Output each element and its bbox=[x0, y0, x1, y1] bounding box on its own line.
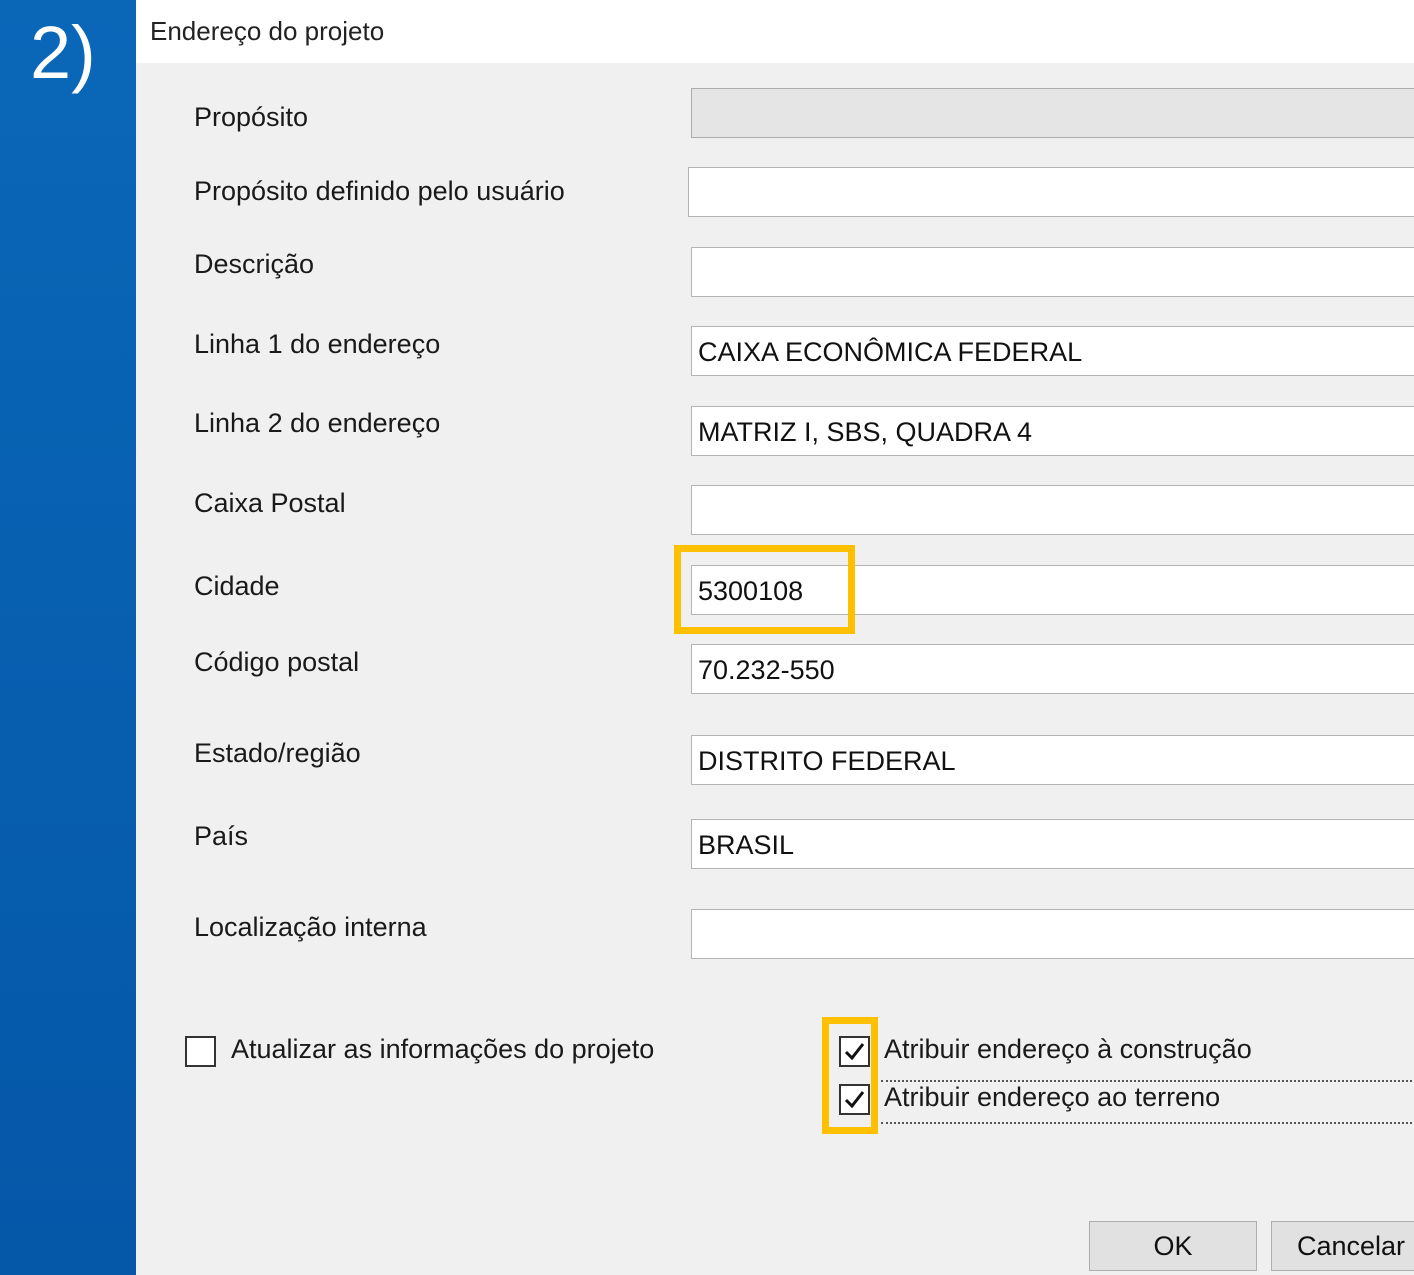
assign-building-label: Atribuir endereço à construção bbox=[884, 1034, 1252, 1064]
description-input[interactable] bbox=[691, 247, 1414, 297]
po-box-label: Caixa Postal bbox=[194, 488, 346, 518]
dialog-titlebar: Endereço do projeto bbox=[136, 0, 1414, 63]
address-line2-input[interactable]: MATRIZ I, SBS, QUADRA 4 bbox=[691, 406, 1414, 456]
purpose-label: Propósito bbox=[194, 102, 309, 132]
user-defined-purpose-label: Propósito definido pelo usuário bbox=[194, 176, 565, 206]
country-input[interactable]: BRASIL bbox=[691, 819, 1414, 869]
address-line2-label: Linha 2 do endereço bbox=[194, 408, 441, 438]
state-region-input[interactable]: DISTRITO FEDERAL bbox=[691, 735, 1414, 785]
user-defined-purpose-input[interactable] bbox=[688, 167, 1414, 217]
description-label: Descrição bbox=[194, 249, 315, 279]
city-highlight-box bbox=[674, 545, 855, 634]
country-label: País bbox=[194, 821, 249, 851]
update-project-info-checkbox[interactable] bbox=[185, 1036, 216, 1067]
internal-location-input[interactable] bbox=[691, 909, 1414, 959]
internal-location-label: Localização interna bbox=[194, 912, 427, 942]
step-number: 2) bbox=[30, 11, 96, 94]
step-sidebar: 2) bbox=[0, 0, 136, 1275]
update-project-info-label: Atualizar as informações do projeto bbox=[231, 1034, 655, 1064]
postal-code-label: Código postal bbox=[194, 647, 360, 677]
po-box-input[interactable] bbox=[691, 485, 1414, 535]
cancel-button[interactable]: Cancelar bbox=[1271, 1221, 1414, 1271]
ok-button[interactable]: OK bbox=[1089, 1221, 1257, 1271]
purpose-combobox[interactable] bbox=[691, 88, 1414, 138]
assign-site-label: Atribuir endereço ao terreno bbox=[884, 1082, 1221, 1112]
project-address-dialog: Endereço do projeto Propósito Propósito … bbox=[136, 0, 1414, 1275]
address-line1-input[interactable]: CAIXA ECONÔMICA FEDERAL bbox=[691, 326, 1414, 376]
checkbox-highlight-box bbox=[822, 1017, 878, 1134]
state-region-label: Estado/região bbox=[194, 738, 361, 768]
dialog-title: Endereço do projeto bbox=[150, 16, 385, 46]
city-label: Cidade bbox=[194, 571, 280, 601]
postal-code-input[interactable]: 70.232-550 bbox=[691, 644, 1414, 694]
address-line1-label: Linha 1 do endereço bbox=[194, 329, 441, 359]
